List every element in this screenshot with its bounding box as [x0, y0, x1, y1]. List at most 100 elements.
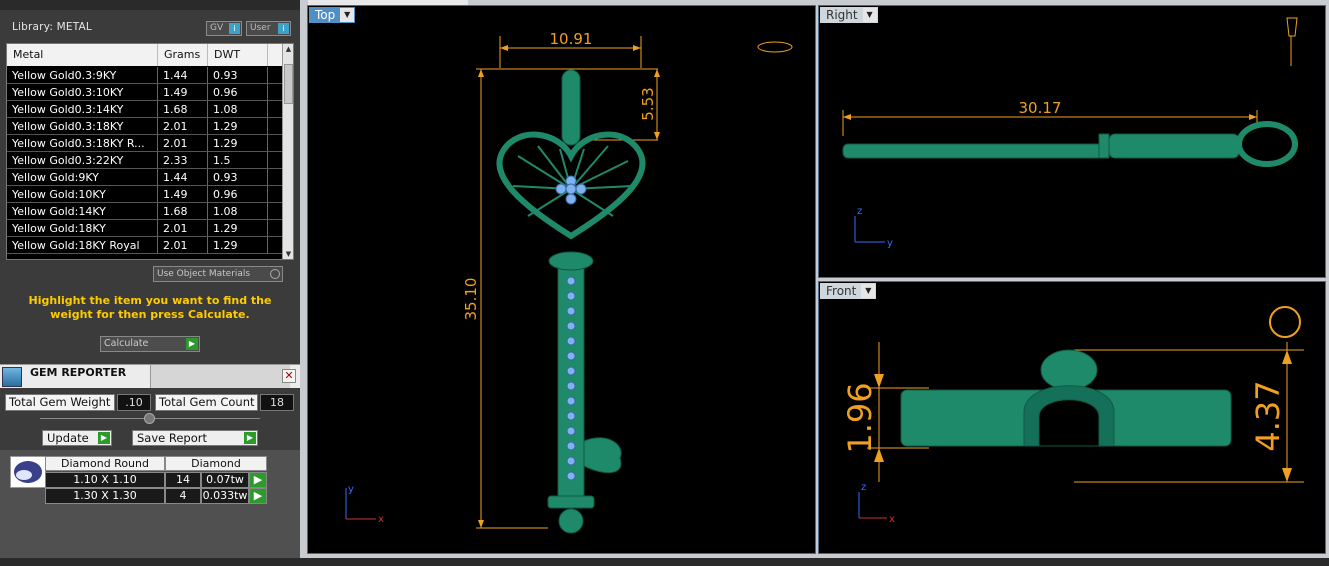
- table-row[interactable]: Yellow Gold:18KY 2.01 1.29: [7, 220, 283, 237]
- gem-reporter-header: GEM REPORTER ✕: [0, 364, 300, 388]
- bottom-taskbar: [0, 558, 1329, 566]
- save-report-label: Save Report: [137, 431, 208, 445]
- calculate-hint: Highlight the item you want to find the …: [28, 294, 272, 321]
- cell-dwt: 0.96: [208, 186, 268, 203]
- splitter-handle[interactable]: [144, 413, 155, 424]
- cell-metal: Yellow Gold:14KY: [7, 203, 158, 220]
- gem-table: Diamond Round Diamond 1.10 X 1.10 14 0.0…: [45, 456, 267, 504]
- axis-z: z: [861, 482, 866, 493]
- total-gem-weight-label: Total Gem Weight: [5, 394, 115, 411]
- front-viewport[interactable]: Front ▼ 1.96 4.37 z x: [818, 281, 1326, 554]
- update-button[interactable]: Update ▶: [42, 430, 112, 446]
- play-icon: ▶: [244, 432, 256, 444]
- calculate-button[interactable]: Calculate ▶: [100, 336, 200, 352]
- play-icon: ▶: [253, 489, 263, 502]
- scroll-down-icon[interactable]: ▼: [283, 249, 293, 259]
- column-header-metal[interactable]: Metal: [7, 44, 158, 66]
- column-header-grams[interactable]: Grams: [158, 44, 208, 66]
- gem-select-button[interactable]: ▶: [249, 488, 267, 504]
- axis-x: x: [378, 514, 384, 525]
- cell-pad: [268, 220, 283, 237]
- axis-y: y: [348, 484, 354, 495]
- cell-metal: Yellow Gold0.3:22KY: [7, 152, 158, 169]
- table-row[interactable]: Yellow Gold:14KY 1.68 1.08: [7, 203, 283, 220]
- cell-metal: Yellow Gold:18KY Royal: [7, 237, 158, 254]
- cell-metal: Yellow Gold0.3:9KY: [7, 67, 158, 84]
- cell-grams: 1.68: [158, 203, 208, 220]
- cell-metal: Yellow Gold:9KY: [7, 169, 158, 186]
- metal-table: Metal Grams DWT Yellow Gold0.3:9KY 1.44 0.…: [6, 43, 294, 260]
- right-viewport[interactable]: Right ▼ 30.17 z y: [818, 5, 1326, 278]
- calculate-label: Calculate: [104, 338, 149, 349]
- table-row[interactable]: Yellow Gold:10KY 1.49 0.96: [7, 186, 283, 203]
- cell-dwt: 1.29: [208, 237, 268, 254]
- cell-pad: [268, 203, 283, 220]
- cell-grams: 1.44: [158, 169, 208, 186]
- gem-count: 14: [165, 472, 201, 488]
- play-icon: ▶: [98, 432, 110, 444]
- table-row[interactable]: Yellow Gold0.3:18KY R... 2.01 1.29: [7, 135, 283, 152]
- metal-table-scrollbar[interactable]: ▲ ▼: [282, 44, 293, 259]
- cell-dwt: 1.5: [208, 152, 268, 169]
- gem-reporter-tab-area: [150, 365, 290, 388]
- metal-table-header: Metal Grams DWT: [7, 44, 283, 66]
- cell-dwt: 1.08: [208, 203, 268, 220]
- dim-width: 10.91: [550, 30, 593, 48]
- total-gem-weight-value: .10: [117, 394, 151, 411]
- axis-x: x: [889, 514, 895, 525]
- right-view-drawing: 30.17 z y: [842, 17, 1298, 249]
- gem-reporter-title: GEM REPORTER: [30, 366, 127, 379]
- gv-toggle-label: GV: [210, 23, 224, 33]
- cell-metal: Yellow Gold0.3:18KY R...: [7, 135, 158, 152]
- use-object-materials-checkbox[interactable]: Use Object Materials: [153, 266, 283, 282]
- library-header: Library: METAL: [12, 21, 92, 33]
- dim-length: 30.17: [1019, 99, 1062, 117]
- scroll-up-icon[interactable]: ▲: [283, 44, 293, 54]
- top-view-drawing: 10.91 5.53 35.10 y x: [345, 30, 793, 534]
- gem-count: 4: [165, 488, 201, 504]
- cell-dwt: 1.29: [208, 135, 268, 152]
- gv-toggle[interactable]: GV i: [206, 21, 242, 36]
- cell-pad: [268, 135, 283, 152]
- play-icon: ▶: [186, 338, 198, 350]
- cell-pad: [268, 101, 283, 118]
- cell-dwt: 0.96: [208, 84, 268, 101]
- dim-height-top: 5.53: [639, 87, 657, 120]
- cell-dwt: 0.93: [208, 67, 268, 84]
- table-row[interactable]: Yellow Gold:18KY Royal 2.01 1.29: [7, 237, 283, 254]
- cell-grams: 2.33: [158, 152, 208, 169]
- cell-pad: [268, 152, 283, 169]
- table-row[interactable]: Yellow Gold0.3:22KY 2.33 1.5: [7, 152, 283, 169]
- gem-select-button[interactable]: ▶: [249, 472, 267, 488]
- user-toggle[interactable]: User i: [246, 21, 291, 36]
- top-strip: [0, 0, 300, 10]
- save-report-button[interactable]: Save Report ▶: [132, 430, 258, 446]
- left-panel: Library: METAL GV i User i Metal Grams DWT…: [0, 0, 300, 566]
- column-header-blank: [268, 44, 283, 66]
- cell-grams: 2.01: [158, 220, 208, 237]
- gem-header-shape: Diamond Round: [45, 456, 165, 471]
- total-gem-count-label: Total Gem Count: [155, 394, 258, 411]
- play-icon: ▶: [253, 473, 263, 486]
- cell-pad: [268, 237, 283, 254]
- update-label: Update: [47, 431, 89, 445]
- close-icon[interactable]: ✕: [282, 369, 296, 383]
- gem-header-type: Diamond: [165, 456, 267, 471]
- cell-metal: Yellow Gold0.3:18KY: [7, 118, 158, 135]
- table-row[interactable]: Yellow Gold0.3:18KY 2.01 1.29: [7, 118, 283, 135]
- cell-grams: 1.68: [158, 101, 208, 118]
- table-row[interactable]: Yellow Gold0.3:10KY 1.49 0.96: [7, 84, 283, 101]
- table-row[interactable]: Yellow Gold:9KY 1.44 0.93: [7, 169, 283, 186]
- top-viewport[interactable]: Top ▼ 10.91 5.53 35.10 y x: [307, 5, 816, 554]
- axis-y: y: [887, 238, 893, 249]
- table-row[interactable]: Yellow Gold0.3:14KY 1.68 1.08: [7, 101, 283, 118]
- front-view-drawing: 1.96 4.37 z x: [841, 306, 1304, 525]
- column-header-dwt[interactable]: DWT: [208, 44, 268, 66]
- scroll-thumb[interactable]: [284, 64, 293, 104]
- gem-reporter-icon: [2, 367, 22, 387]
- table-row[interactable]: Yellow Gold0.3:9KY 1.44 0.93: [7, 67, 283, 84]
- cell-grams: 2.01: [158, 135, 208, 152]
- axis-z: z: [857, 206, 862, 217]
- cell-dwt: 0.93: [208, 169, 268, 186]
- diamond-thumbnail: [10, 456, 46, 488]
